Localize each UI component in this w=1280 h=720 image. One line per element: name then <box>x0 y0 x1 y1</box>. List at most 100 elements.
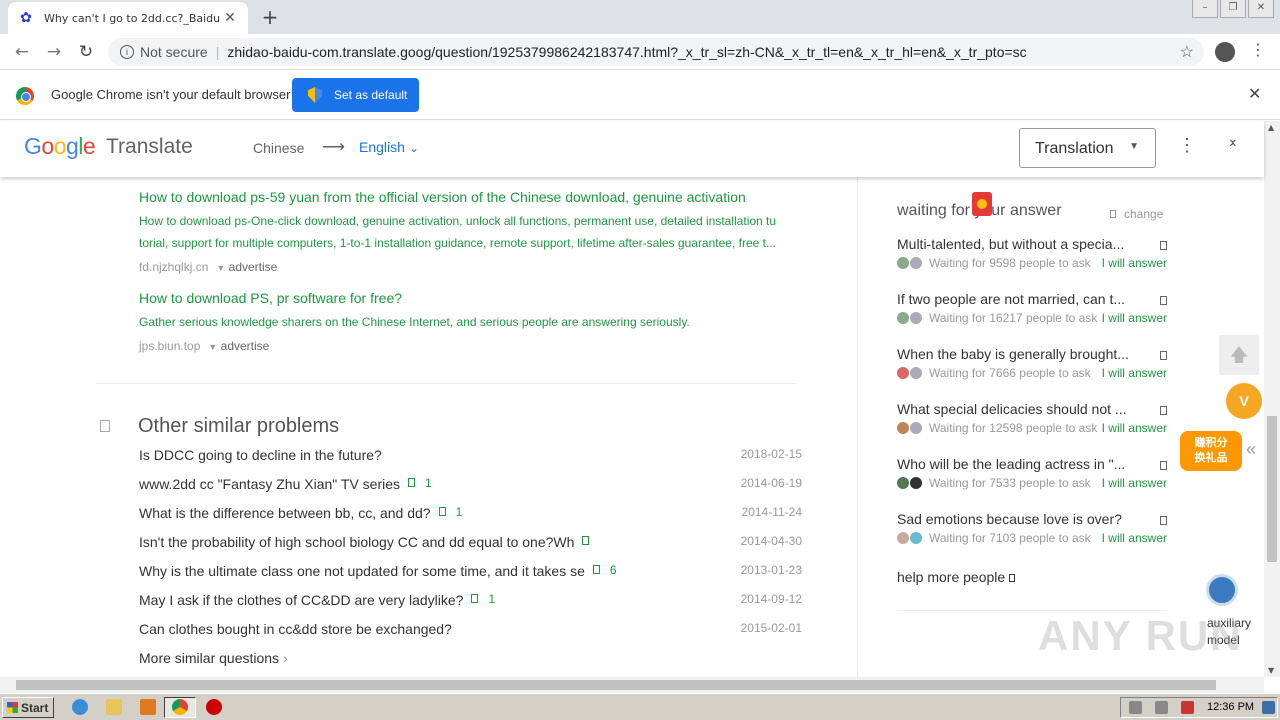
list-item[interactable]: Can clothes bought in cc&dd store be exc… <box>139 621 802 650</box>
question-date: 2018-02-15 <box>740 447 802 461</box>
source-language[interactable]: Chinese <box>253 140 304 156</box>
list-item[interactable]: Isn't the probability of high school bio… <box>139 534 802 563</box>
waiting-question[interactable]: When the baby is generally brought... Wa… <box>897 346 1167 380</box>
stop-icon[interactable] <box>206 699 222 715</box>
ad-title-link[interactable]: How to download PS, pr software for free… <box>139 290 799 306</box>
address-bar[interactable]: i Not secure | zhidao-baidu-com.translat… <box>108 38 1204 66</box>
scroll-down-icon[interactable]: ▼ <box>1268 666 1274 675</box>
waiting-question[interactable]: Sad emotions because love is over? Waiti… <box>897 511 1167 545</box>
not-secure-label: Not secure <box>140 44 208 60</box>
translation-mode-select[interactable]: Translation ▼ <box>1019 128 1156 168</box>
ad-source: fd.njzhqlkj.cn ▼ advertise <box>139 260 278 274</box>
show-desktop-icon[interactable] <box>1262 701 1275 714</box>
dropdown-caret-icon: ▼ <box>1129 141 1139 152</box>
ad-description[interactable]: torial, support for multiple computers, … <box>139 232 799 254</box>
set-as-default-label: Set as default <box>334 88 408 102</box>
separator: | <box>215 44 220 60</box>
default-browser-infobar: Google Chrome isn't your default browser… <box>0 70 1280 120</box>
question-date: 2014-04-30 <box>740 534 802 548</box>
triangle-down-icon[interactable]: ▼ <box>208 342 217 352</box>
taskbar-chrome-button[interactable] <box>164 697 196 718</box>
triangle-down-icon[interactable]: ▼ <box>216 263 225 273</box>
profile-avatar-icon[interactable] <box>1215 42 1235 62</box>
translate-product-name: Translate <box>106 135 193 158</box>
start-button[interactable]: Start <box>2 697 54 718</box>
question-date: 2013-01-23 <box>740 563 802 577</box>
answer-count: 1 <box>471 592 495 606</box>
list-item[interactable]: www.2dd cc "Fantasy Zhu Xian" TV series 1… <box>139 476 802 505</box>
scrollbar-thumb[interactable] <box>16 680 1216 690</box>
accessibility-icon[interactable] <box>1206 574 1238 606</box>
waiting-question[interactable]: Multi-talented, but without a specia... … <box>897 236 1167 270</box>
avatar <box>910 312 922 324</box>
restore-button[interactable]: ❐ <box>1220 0 1246 18</box>
answer-link[interactable]: I will answer <box>1102 476 1167 490</box>
back-button[interactable]: ← <box>10 40 34 64</box>
clock: 12:36 PM <box>1207 701 1255 713</box>
volume-icon[interactable] <box>1129 701 1142 714</box>
info-icon[interactable]: i <box>120 45 134 59</box>
new-tab-button[interactable]: + <box>258 6 282 30</box>
close-infobar-icon[interactable]: ✕ <box>1248 84 1261 104</box>
question-date: 2014-06-19 <box>740 476 802 490</box>
folder-icon[interactable] <box>106 699 122 715</box>
list-item[interactable]: Is DDCC going to decline in the future? 2… <box>139 447 802 476</box>
translate-more-icon[interactable]: ⋮ <box>1178 135 1196 156</box>
collapse-translate-bar-icon[interactable]: ⌄ ⌃ <box>1227 131 1239 155</box>
ie-icon[interactable] <box>72 699 88 715</box>
ad-description[interactable]: Gather serious knowledge sharers on the … <box>139 311 799 333</box>
scroll-up-icon[interactable]: ▲ <box>1268 123 1274 132</box>
collapse-panel-icon[interactable]: « <box>1246 439 1256 460</box>
earn-points-badge[interactable]: 赚积分 换礼品 <box>1180 431 1242 471</box>
waiting-question[interactable]: If two people are not married, can t... … <box>897 291 1167 325</box>
similar-problems-heading: Other similar problems <box>100 415 339 438</box>
avatar <box>897 257 909 269</box>
answer-link[interactable]: I will answer <box>1102 421 1167 435</box>
answer-icon <box>582 536 590 545</box>
window-controls: – ❐ ✕ <box>1190 0 1274 18</box>
vip-badge-icon[interactable]: V <box>1226 383 1262 419</box>
question-date: 2014-11-24 <box>741 505 803 519</box>
security-icon[interactable] <box>1181 701 1194 714</box>
vertical-scrollbar[interactable]: ▲ ▼ <box>1264 121 1280 677</box>
list-item[interactable]: May I ask if the clothes of CC&DD are ve… <box>139 592 802 621</box>
answer-count: 1 <box>408 476 432 490</box>
scrollbar-thumb[interactable] <box>1267 416 1277 562</box>
system-tray: 12:36 PM <box>1120 697 1278 718</box>
network-icon[interactable] <box>1155 701 1168 714</box>
list-item[interactable]: Why is the ultimate class one not update… <box>139 563 802 592</box>
change-button[interactable]: change <box>1110 207 1163 221</box>
ad-title-link[interactable]: How to download ps-59 yuan from the offi… <box>139 189 799 205</box>
list-item[interactable]: What is the difference between bb, cc, a… <box>139 505 802 534</box>
target-language[interactable]: English ⌄ <box>359 139 419 155</box>
translation-mode-label: Translation <box>1035 140 1114 157</box>
chevron-right-icon: › <box>283 650 288 666</box>
chrome-menu-icon[interactable]: ⋮ <box>1250 40 1266 59</box>
red-packet-icon[interactable] <box>972 192 992 216</box>
media-player-icon[interactable] <box>140 699 156 715</box>
taskbar: Start 12:36 PM <box>0 693 1280 720</box>
waiting-question[interactable]: Who will be the leading actress in "... … <box>897 456 1167 490</box>
answer-link[interactable]: I will answer <box>1102 531 1167 545</box>
reload-button[interactable]: ↻ <box>74 40 98 64</box>
answer-link[interactable]: I will answer <box>1102 256 1167 270</box>
url-text[interactable]: zhidao-baidu-com.translate.goog/question… <box>227 44 1026 60</box>
horizontal-scrollbar[interactable] <box>0 677 1264 693</box>
forward-button[interactable]: → <box>42 40 66 64</box>
answer-link[interactable]: I will answer <box>1102 311 1167 325</box>
shield-icon <box>308 87 322 103</box>
waiting-question[interactable]: What special delicacies should not ... W… <box>897 401 1167 435</box>
ad-description[interactable]: How to download ps-One-click download, g… <box>139 210 799 232</box>
answer-link[interactable]: I will answer <box>1102 366 1167 380</box>
minimize-button[interactable]: – <box>1192 0 1218 18</box>
more-similar-questions-link[interactable]: More similar questions › <box>139 650 802 666</box>
set-as-default-button[interactable]: Set as default <box>292 78 419 112</box>
browser-tab[interactable]: ✿ Why can't I go to 2dd.cc?_Baidu Kno ✕ <box>8 2 248 34</box>
close-window-button[interactable]: ✕ <box>1248 0 1274 18</box>
answer-icon <box>592 565 600 574</box>
answer-icon <box>408 478 416 487</box>
back-to-top-button[interactable]: 🡅 <box>1219 335 1259 375</box>
bookmark-star-icon[interactable]: ☆ <box>1180 42 1194 62</box>
close-tab-icon[interactable]: ✕ <box>222 10 238 26</box>
help-more-people-link[interactable]: help more people <box>897 569 1016 585</box>
